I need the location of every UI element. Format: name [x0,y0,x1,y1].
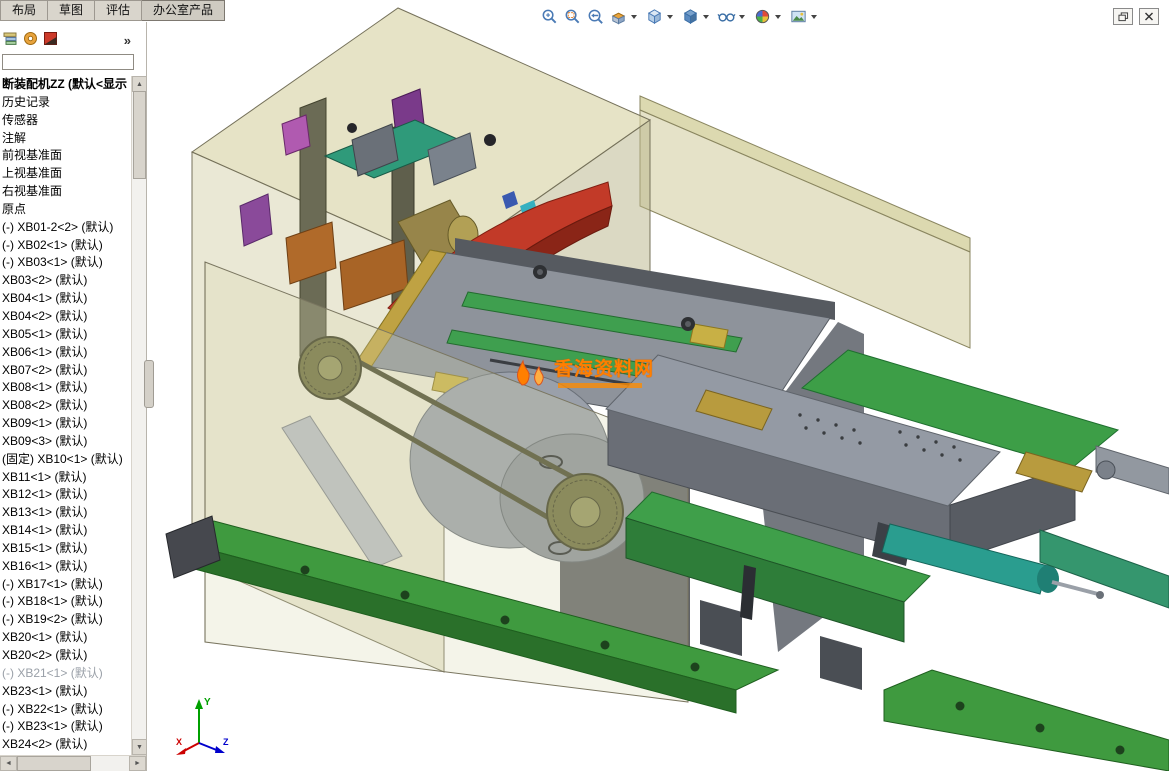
apply-scene-icon[interactable] [788,6,809,27]
edit-appearance-icon[interactable] [752,6,773,27]
watermark-text: 香海资料网 [554,359,655,380]
view-toolbar [538,6,823,27]
orientation-triad: Y X Z [175,693,233,764]
watermark: 香海资料网 [510,359,654,388]
horizontal-scroll-thumb[interactable] [17,756,91,771]
feature-manager-panel: » 断装配机ZZ (默认<显示 历史记录 传感器 注解 前视基准面 上视基准面 右视基准面原… [0,22,147,771]
tree-item[interactable]: XB11<1> (默认) [0,469,132,487]
configuration-manager-tab-icon[interactable] [43,31,58,51]
tab-sketch[interactable]: 草图 [48,0,96,21]
tree-item[interactable]: XB08<2> (默认) [0,397,132,415]
zoom-to-fit-icon[interactable] [539,6,560,27]
property-manager-tab-icon[interactable] [23,31,38,51]
display-style-icon[interactable] [680,6,701,27]
feature-tree: 断装配机ZZ (默认<显示 历史记录 传感器 注解 前视基准面 上视基准面 右视基准面 原点(… [0,76,132,755]
tree-item[interactable]: 原点 [0,201,132,219]
horizontal-scroll-track[interactable] [91,756,129,771]
scroll-up-button[interactable]: ▲ [132,76,147,92]
tree-item[interactable]: XB07<2> (默认) [0,362,132,380]
view-orientation-icon[interactable] [644,6,665,27]
tree-item[interactable]: XB12<1> (默认) [0,486,132,504]
edit-appearance-dropdown[interactable] [775,14,781,19]
display-style-dropdown[interactable] [703,14,709,19]
restore-window-button[interactable] [1113,8,1133,25]
tree-item[interactable]: XB23<1> (默认) [0,683,132,701]
scroll-right-button[interactable]: ► [129,756,146,771]
tab-office-products[interactable]: 办公室产品 [142,0,226,21]
tree-item[interactable]: (-) XB18<1> (默认) [0,593,132,611]
tree-item[interactable]: XB04<2> (默认) [0,308,132,326]
view-orientation-dropdown[interactable] [667,14,673,19]
tree-item[interactable]: XB09<3> (默认) [0,433,132,451]
hide-show-items-dropdown[interactable] [739,14,745,19]
tree-horizontal-scrollbar[interactable]: ◄ ► [0,755,146,771]
tree-item[interactable]: (-) XB01-2<2> (默认) [0,219,132,237]
base-rail-right[interactable] [883,669,1169,771]
tree-item[interactable]: XB08<1> (默认) [0,379,132,397]
tree-item[interactable]: 注解 [0,130,132,148]
apply-scene-dropdown[interactable] [811,14,817,19]
close-window-button[interactable] [1139,8,1159,25]
flame-icon [516,359,544,386]
solidworks-window: 香海资料网 Y X Z 布局 草图 评估 办公室产品 » 断装配机ZZ (默认<… [0,0,1169,771]
section-view-dropdown[interactable] [631,14,637,19]
tree-item[interactable]: 右视基准面 [0,183,132,201]
tree-item[interactable]: (-) XB19<2> (默认) [0,611,132,629]
tree-item[interactable]: (-) XB23<1> (默认) [0,718,132,736]
tree-item[interactable]: 前视基准面 [0,147,132,165]
panel-overflow-chevron[interactable]: » [124,33,131,49]
previous-view-icon[interactable] [585,6,606,27]
tree-vertical-scrollbar[interactable]: ▲ ▼ [131,76,147,755]
zoom-to-area-icon[interactable] [562,6,583,27]
tree-item[interactable]: XB05<1> (默认) [0,326,132,344]
tree-item[interactable]: XB20<1> (默认) [0,629,132,647]
tree-item[interactable]: (-) XB17<1> (默认) [0,576,132,594]
tree-item[interactable]: XB24<2> (默认) [0,736,132,754]
tree-item[interactable]: XB20<2> (默认) [0,647,132,665]
tab-evaluate[interactable]: 评估 [95,0,143,21]
tree-item[interactable]: XB16<1> (默认) [0,558,132,576]
scroll-left-button[interactable]: ◄ [0,756,17,771]
hide-show-items-icon[interactable] [716,6,737,27]
tree-item[interactable]: 上视基准面 [0,165,132,183]
tree-item[interactable]: 历史记录 [0,94,132,112]
document-window-controls [1113,8,1159,25]
tree-item[interactable]: XB15<1> (默认) [0,540,132,558]
tree-item[interactable]: (-) XB03<1> (默认) [0,254,132,272]
triad-z-label: Z [223,737,229,747]
watermark-subtext [558,383,642,388]
triad-x-label: X [176,737,182,747]
scroll-down-button[interactable]: ▼ [132,739,147,755]
command-tab-bar: 布局 草图 评估 办公室产品 [0,0,226,21]
tree-item[interactable]: (-) XB02<1> (默认) [0,237,132,255]
tree-item[interactable]: XB09<1> (默认) [0,415,132,433]
tree-item[interactable]: XB04<1> (默认) [0,290,132,308]
tree-item[interactable]: XB13<1> (默认) [0,504,132,522]
triad-y-label: Y [204,697,211,708]
panel-splitter[interactable] [144,360,154,408]
tab-layout[interactable]: 布局 [0,0,49,21]
section-view-icon[interactable] [608,6,629,27]
tree-filter-input[interactable] [2,54,134,70]
tree-item[interactable]: (-) XB22<1> (默认) [0,701,132,719]
tree-item[interactable]: (固定) XB10<1> (默认) [0,451,132,469]
tree-item[interactable]: XB03<2> (默认) [0,272,132,290]
guide-rail-right[interactable] [1039,529,1169,609]
panel-tab-bar: » [3,32,131,50]
tree-item[interactable]: XB14<1> (默认) [0,522,132,540]
feature-manager-tab-icon[interactable] [3,31,18,51]
tree-item[interactable]: 传感器 [0,112,132,130]
tree-item[interactable]: (-) XB21<1> (默认) [0,665,132,683]
tree-item[interactable]: XB06<1> (默认) [0,344,132,362]
vertical-scroll-thumb[interactable] [133,91,146,179]
tree-item[interactable]: 断装配机ZZ (默认<显示 [0,76,132,94]
